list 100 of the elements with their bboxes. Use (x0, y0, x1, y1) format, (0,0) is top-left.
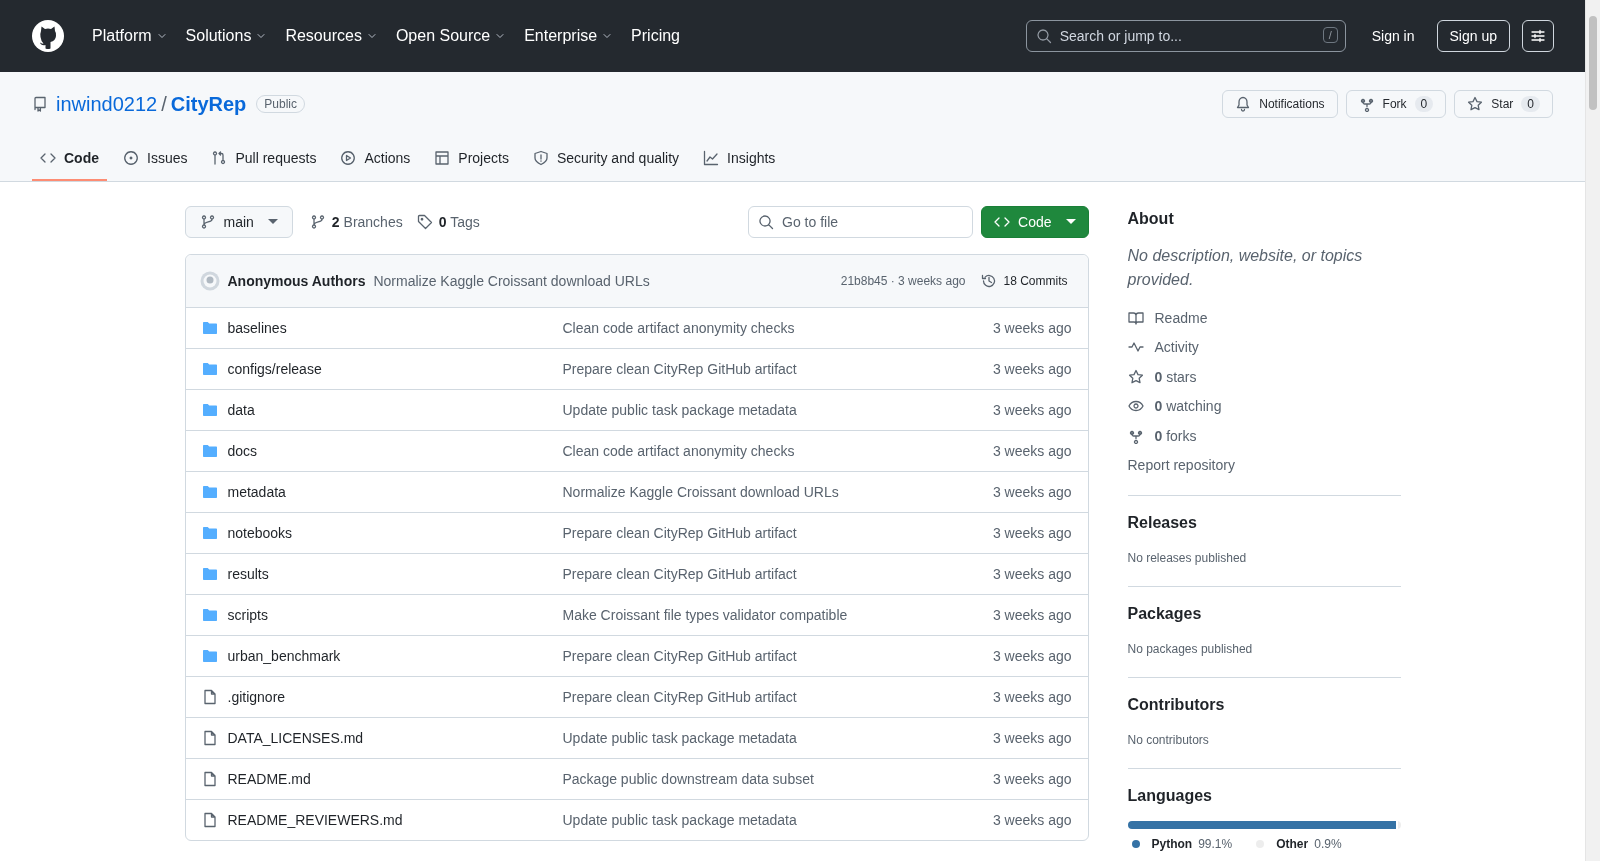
file-name-link[interactable]: metadata (227, 484, 286, 500)
repo-tab[interactable]: Projects (426, 142, 517, 181)
file-name-link[interactable]: docs (227, 443, 258, 459)
graph-icon (703, 150, 720, 166)
file-search-field[interactable]: Go to file (748, 206, 974, 238)
commit-message-link[interactable]: Prepare clean CityRep GitHub artifact (562, 689, 993, 705)
search-icon (758, 214, 775, 230)
nav-menu[interactable]: Solutions (179, 21, 274, 51)
commit-message-link[interactable]: Package public downstream data subset (562, 771, 993, 787)
file-name-link[interactable]: baselines (227, 320, 287, 336)
file-name-link[interactable]: README.md (227, 771, 311, 787)
repo-tab[interactable]: Insights (695, 142, 784, 181)
logo-icon[interactable] (32, 20, 64, 52)
star-button[interactable]: Star 0 (1454, 90, 1553, 118)
file-name-link[interactable]: scripts (227, 607, 268, 623)
language-percent: 99.1% (1198, 836, 1233, 851)
file-name-link[interactable]: DATA_LICENSES.md (227, 730, 364, 746)
file-icon (201, 771, 218, 787)
owner-link[interactable]: inwind0212 (56, 92, 158, 116)
commit-time: 3 weeks ago (992, 812, 1072, 828)
commit-message-link[interactable]: Make Croissant file types validator compatible (562, 607, 993, 623)
code-button[interactable]: Code (981, 206, 1089, 238)
commit-time: 3 weeks ago (992, 525, 1072, 541)
commit-message-link[interactable]: Update public task package metadata (562, 812, 993, 828)
section-heading: Releases (1127, 513, 1198, 532)
commit-message-link[interactable]: Prepare clean CityRep GitHub artifact (562, 361, 993, 377)
section-note: No contributors (1127, 732, 1209, 747)
scrollbar[interactable] (1585, 0, 1600, 861)
section-note: No releases published (1127, 550, 1247, 565)
commit-hash-time[interactable]: 21b8b45 · 3 weeks ago (840, 274, 966, 288)
tag-icon (416, 214, 433, 230)
pull-request-icon (211, 150, 228, 166)
repo-tab[interactable]: Actions (332, 142, 419, 181)
commit-time: 3 weeks ago (992, 730, 1072, 746)
commit-message-link[interactable]: Update public task package metadata (562, 402, 993, 418)
commit-message-link[interactable]: Clean code artifact anonymity checks (562, 320, 993, 336)
watching-link[interactable]: 0 watching (1154, 398, 1222, 414)
caret-icon (267, 219, 278, 225)
commit-message[interactable]: Normalize Kaggle Croissant download URLs (373, 273, 650, 289)
fork-icon (1358, 96, 1375, 112)
commit-time: 3 weeks ago (992, 484, 1072, 500)
nav-menu[interactable]: Pricing (625, 21, 686, 51)
file-name-link[interactable]: README_REVIEWERS.md (227, 812, 403, 828)
folder-icon (201, 443, 218, 459)
file-icon (201, 812, 218, 828)
folder-icon (201, 320, 218, 336)
commit-message-link[interactable]: Prepare clean CityRep GitHub artifact (562, 648, 993, 664)
nav-menu[interactable]: Resources (279, 21, 384, 51)
tags-link[interactable]: 0 Tags (413, 214, 483, 230)
commit-message-link[interactable]: Normalize Kaggle Croissant download URLs (562, 484, 993, 500)
report-link[interactable]: Report repository (1127, 457, 1235, 473)
branches-link[interactable]: 2 Branches (306, 214, 406, 230)
commit-time: 3 weeks ago (992, 689, 1072, 705)
bell-icon (1235, 96, 1252, 112)
shortcut-key: / (1322, 27, 1338, 43)
forks-link[interactable]: 0 forks (1154, 427, 1197, 444)
commits-link[interactable]: 18 Commits (981, 273, 1068, 289)
repo-name-link[interactable]: CityRep (170, 92, 247, 116)
section-heading: Packages (1127, 604, 1203, 623)
activity-link[interactable]: Activity (1154, 339, 1199, 355)
file-name-link[interactable]: notebooks (227, 525, 293, 541)
commit-message-link[interactable]: Clean code artifact anonymity checks (562, 443, 993, 459)
count-badge: 0 (1521, 96, 1540, 112)
file-icon (201, 689, 218, 705)
nav-menu[interactable]: Platform (86, 21, 174, 51)
file-name-link[interactable]: results (227, 566, 269, 582)
fork-button[interactable]: Fork 0 (1345, 90, 1447, 118)
section-heading: Languages (1127, 786, 1213, 805)
star-icon (1127, 368, 1144, 385)
menu-button[interactable] (1522, 20, 1554, 52)
commit-author[interactable]: Anonymous Authors (227, 273, 366, 289)
folder-icon (201, 648, 218, 664)
commit-message-link[interactable]: Prepare clean CityRep GitHub artifact (562, 566, 993, 582)
repo-tab[interactable]: Issues (115, 142, 196, 181)
notifications-button[interactable]: Notifications (1222, 90, 1338, 118)
commit-message-link[interactable]: Prepare clean CityRep GitHub artifact (562, 525, 993, 541)
file-name-link[interactable]: configs/release (227, 361, 322, 377)
repo-tab[interactable]: Security and quality (524, 142, 688, 181)
repo-tab[interactable]: Code (32, 142, 107, 181)
language-name[interactable]: Python (1151, 836, 1193, 851)
branch-selector[interactable]: main (184, 206, 293, 238)
commit-time: 3 weeks ago (992, 443, 1072, 459)
file-name-link[interactable]: data (227, 402, 255, 418)
nav-menu[interactable]: Enterprise (518, 21, 620, 51)
nav-menu[interactable]: Open Source (389, 21, 513, 51)
scroll-thumb[interactable] (1589, 16, 1597, 110)
folder-icon (201, 525, 218, 541)
language-name[interactable]: Other (1276, 836, 1309, 851)
commit-message-link[interactable]: Update public task package metadata (562, 730, 993, 746)
file-name-link[interactable]: urban_benchmark (227, 648, 341, 664)
branch-icon (309, 214, 326, 230)
readme-link[interactable]: Readme (1154, 309, 1208, 326)
file-name-link[interactable]: .gitignore (227, 689, 286, 705)
language-percent: 0.9% (1314, 836, 1342, 851)
repo-tab[interactable]: Pull requests (203, 142, 325, 181)
history-icon (981, 273, 998, 289)
stars-link[interactable]: 0 stars (1154, 368, 1197, 385)
sign-in-link[interactable]: Sign in (1365, 27, 1421, 45)
file-icon (201, 730, 218, 746)
sign-up-button[interactable]: Sign up (1436, 20, 1510, 52)
